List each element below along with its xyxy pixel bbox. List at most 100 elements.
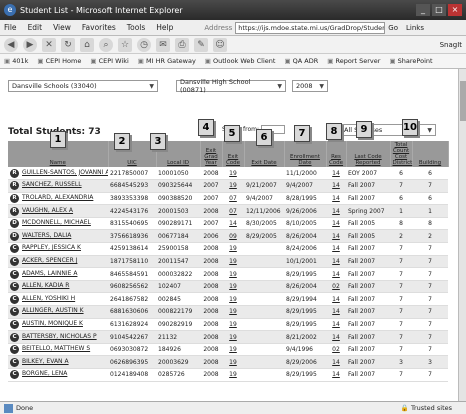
year-select[interactable]: 2008 ▼ xyxy=(292,80,328,92)
cell-res-code[interactable]: 14 xyxy=(326,318,346,332)
cell-exit-code[interactable]: 19 xyxy=(222,242,244,256)
link-mi-hr-gateway[interactable]: MI HR Gateway xyxy=(138,57,196,65)
student-name-link[interactable]: ALLEN, YOSHIKI H xyxy=(22,295,75,302)
cell-name[interactable]: C ADAMS, LAINNIE A xyxy=(8,267,108,281)
cell-name[interactable]: C ACKER, SPENCER J xyxy=(8,255,108,269)
cell-exit-code[interactable]: 19 xyxy=(222,267,244,281)
links-label[interactable]: Links xyxy=(406,24,424,32)
cell-exit-code[interactable]: 07 xyxy=(222,204,244,218)
minimize-button[interactable]: _ xyxy=(416,4,430,16)
menu-edit[interactable]: Edit xyxy=(28,23,43,32)
col-last-code-reported[interactable]: Last Code Reported xyxy=(346,141,391,167)
link-cepi-wiki[interactable]: CEPI Wiki xyxy=(90,57,129,65)
col-exit-code[interactable]: Exit Code xyxy=(222,141,245,167)
table-row[interactable]: C ACKER, SPENCER J 1871758110 20011547 2008 1… xyxy=(8,255,448,269)
stop-icon[interactable]: ✕ xyxy=(42,37,56,52)
cell-res-code[interactable]: 02 xyxy=(326,343,346,357)
student-name-link[interactable]: AUSTIN, MONIQUE K xyxy=(22,320,83,327)
table-row[interactable]: C BILKEY, EVAN A 0626896395 20003629 2008 19 8… xyxy=(8,355,448,369)
go-button[interactable]: Go xyxy=(388,24,398,32)
forward-icon[interactable]: ▶ xyxy=(23,37,37,52)
cell-res-code[interactable]: 14 xyxy=(326,217,346,231)
cell-res-code[interactable]: 14 xyxy=(326,179,346,193)
student-name-link[interactable]: ADAMS, LAINNIE A xyxy=(22,270,77,277)
student-name-link[interactable]: BILKEY, EVAN A xyxy=(22,358,69,365)
table-row[interactable]: C BEITELLO, MATTHEW S 0693030872 184926 2008… xyxy=(8,343,448,357)
student-name-link[interactable]: RAPPLEY, JESSICA K xyxy=(22,244,81,251)
back-icon[interactable]: ◀ xyxy=(4,37,18,52)
cell-exit-code[interactable]: 19 xyxy=(222,167,244,181)
table-row[interactable]: C ALLEN, YOSHIKI H 2641867582 002845 2008 19 8… xyxy=(8,292,448,307)
refresh-icon[interactable]: ↻ xyxy=(61,37,75,52)
cell-name[interactable]: C BEITELLO, MATTHEW S xyxy=(8,343,108,357)
cell-name[interactable]: C BORGNE, LENA xyxy=(8,368,108,382)
cell-exit-code[interactable]: 07 xyxy=(222,192,244,206)
cell-name[interactable]: C AUSTIN, MONIQUE K xyxy=(8,318,108,332)
student-name-link[interactable]: BATTERSBY, NICHOLAS P xyxy=(22,333,97,340)
table-row[interactable]: C ALLINGER, AUSTIN K 6881630606 000822179 20… xyxy=(8,305,448,319)
cell-exit-code[interactable]: 19 xyxy=(222,343,244,357)
cell-exit-code[interactable]: 19 xyxy=(222,368,244,382)
table-row[interactable]: C ALLEN, KADIA R 9608256562 102407 2008 19 8/2… xyxy=(8,280,448,294)
cell-name[interactable]: R SANCHEZ, RUSSELL xyxy=(8,179,108,193)
cell-res-code[interactable]: 14 xyxy=(326,330,346,344)
student-name-link[interactable]: VAUGHN, ALEX A xyxy=(22,207,73,214)
link-qa-adr[interactable]: QA ADR xyxy=(284,57,319,65)
history-icon[interactable]: ◷ xyxy=(137,37,151,52)
cell-name[interactable]: D MCDONNELL, MICHAEL xyxy=(8,217,108,231)
edit-icon[interactable]: ✎ xyxy=(194,37,208,52)
table-row[interactable]: R GUILLEN-SANTOS, JOVANNI A 2217850007 1000… xyxy=(8,167,448,181)
col-district[interactable]: Total Count Cost District xyxy=(390,141,413,167)
cell-name[interactable]: C BATTERSBY, NICHOLAS P xyxy=(8,330,108,344)
student-name-link[interactable]: SANCHEZ, RUSSELL xyxy=(22,181,82,188)
cell-exit-code[interactable]: 14 xyxy=(222,217,244,231)
maximize-button[interactable]: □ xyxy=(432,4,446,16)
district-select[interactable]: Dansville Schools (33040) ▼ xyxy=(8,80,158,92)
link-report-server[interactable]: Report Server xyxy=(327,57,381,65)
table-row[interactable]: R TROLARD, ALEXANDRIA 3893353398 090388520 2… xyxy=(8,192,448,206)
cell-res-code[interactable]: 14 xyxy=(326,267,346,281)
home-icon[interactable]: ⌂ xyxy=(80,37,94,52)
student-name-link[interactable]: TROLARD, ALEXANDRIA xyxy=(22,194,93,201)
messenger-icon[interactable]: ☺ xyxy=(213,37,227,52)
cell-name[interactable]: C BILKEY, EVAN A xyxy=(8,355,108,369)
cell-res-code[interactable]: 14 xyxy=(326,255,346,269)
cell-res-code[interactable]: 14 xyxy=(326,355,346,369)
mail-icon[interactable]: ✉ xyxy=(156,37,170,52)
cell-exit-code[interactable]: 19 xyxy=(222,179,244,193)
student-name-link[interactable]: ALLEN, KADIA R xyxy=(22,282,69,289)
col-building[interactable]: Building xyxy=(412,141,449,167)
cell-name[interactable]: C ALLEN, KADIA R xyxy=(8,280,108,294)
cell-exit-code[interactable]: 19 xyxy=(222,305,244,319)
student-name-link[interactable]: WALTERS, DALIA xyxy=(22,232,71,239)
status-select[interactable]: All Statuses▼ xyxy=(340,124,436,136)
table-row[interactable]: C BORGNE, LENA 0124189408 0285726 2008 19 8/29… xyxy=(8,368,448,382)
print-icon[interactable]: ⎙ xyxy=(175,37,189,52)
col-exit-grad-year[interactable]: Exit Grad Year xyxy=(200,141,223,167)
cell-res-code[interactable]: 02 xyxy=(326,280,346,294)
cell-name[interactable]: R GUILLEN-SANTOS, JOVANNI A xyxy=(8,167,108,181)
cell-res-code[interactable]: 14 xyxy=(326,292,346,307)
cell-exit-code[interactable]: 09 xyxy=(222,229,244,244)
menu-tools[interactable]: Tools xyxy=(127,23,145,32)
menu-file[interactable]: File xyxy=(4,23,17,32)
cell-exit-code[interactable]: 19 xyxy=(222,280,244,294)
table-row[interactable]: C RAPPLEY, JESSICA K 4259138614 25900158 200… xyxy=(8,242,448,256)
search-icon[interactable]: ⌕ xyxy=(99,37,113,52)
cell-name[interactable]: R VAUGHN, ALEX A xyxy=(8,204,108,218)
cell-name[interactable]: C ALLEN, YOSHIKI H xyxy=(8,292,108,307)
address-bar-input[interactable]: https://ijs.mdoe.state.mi.us/GradDrop/St… xyxy=(235,21,386,34)
student-name-link[interactable]: GUILLEN-SANTOS, JOVANNI A xyxy=(22,169,108,176)
cell-name[interactable]: D WALTERS, DALIA xyxy=(8,229,108,244)
menu-favorites[interactable]: Favorites xyxy=(82,23,116,32)
cell-name[interactable]: C RAPPLEY, JESSICA K xyxy=(8,242,108,256)
student-name-link[interactable]: ALLINGER, AUSTIN K xyxy=(22,307,84,314)
link-cepi-home[interactable]: CEPI Home xyxy=(37,57,82,65)
student-name-link[interactable]: BORGNE, LENA xyxy=(22,370,67,377)
cell-name[interactable]: R TROLARD, ALEXANDRIA xyxy=(8,192,108,206)
cell-res-code[interactable]: 14 xyxy=(326,229,346,244)
table-row[interactable]: C BATTERSBY, NICHOLAS P 9104542267 21132 200… xyxy=(8,330,448,344)
cell-res-code[interactable]: 14 xyxy=(326,305,346,319)
student-name-link[interactable]: BEITELLO, MATTHEW S xyxy=(22,345,90,352)
building-select[interactable]: Dansville High School (00871) ▼ xyxy=(176,78,286,94)
